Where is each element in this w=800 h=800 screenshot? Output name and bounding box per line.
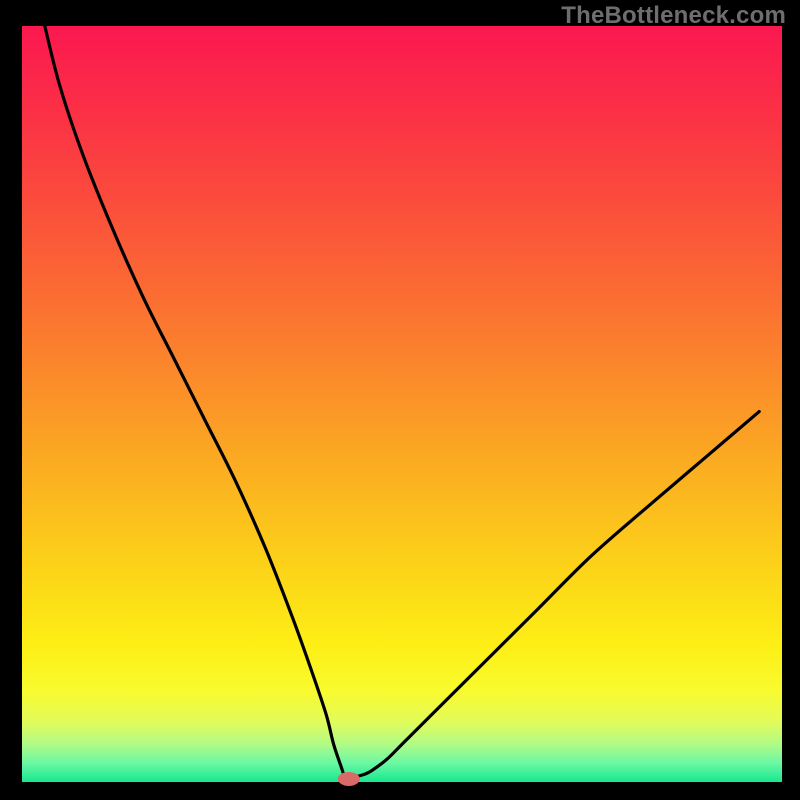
watermark-text: TheBottleneck.com	[561, 2, 786, 30]
plot-background	[22, 26, 782, 782]
chart-frame: TheBottleneck.com	[0, 0, 800, 800]
optimal-point-marker	[338, 772, 360, 786]
bottleneck-chart	[0, 0, 800, 800]
